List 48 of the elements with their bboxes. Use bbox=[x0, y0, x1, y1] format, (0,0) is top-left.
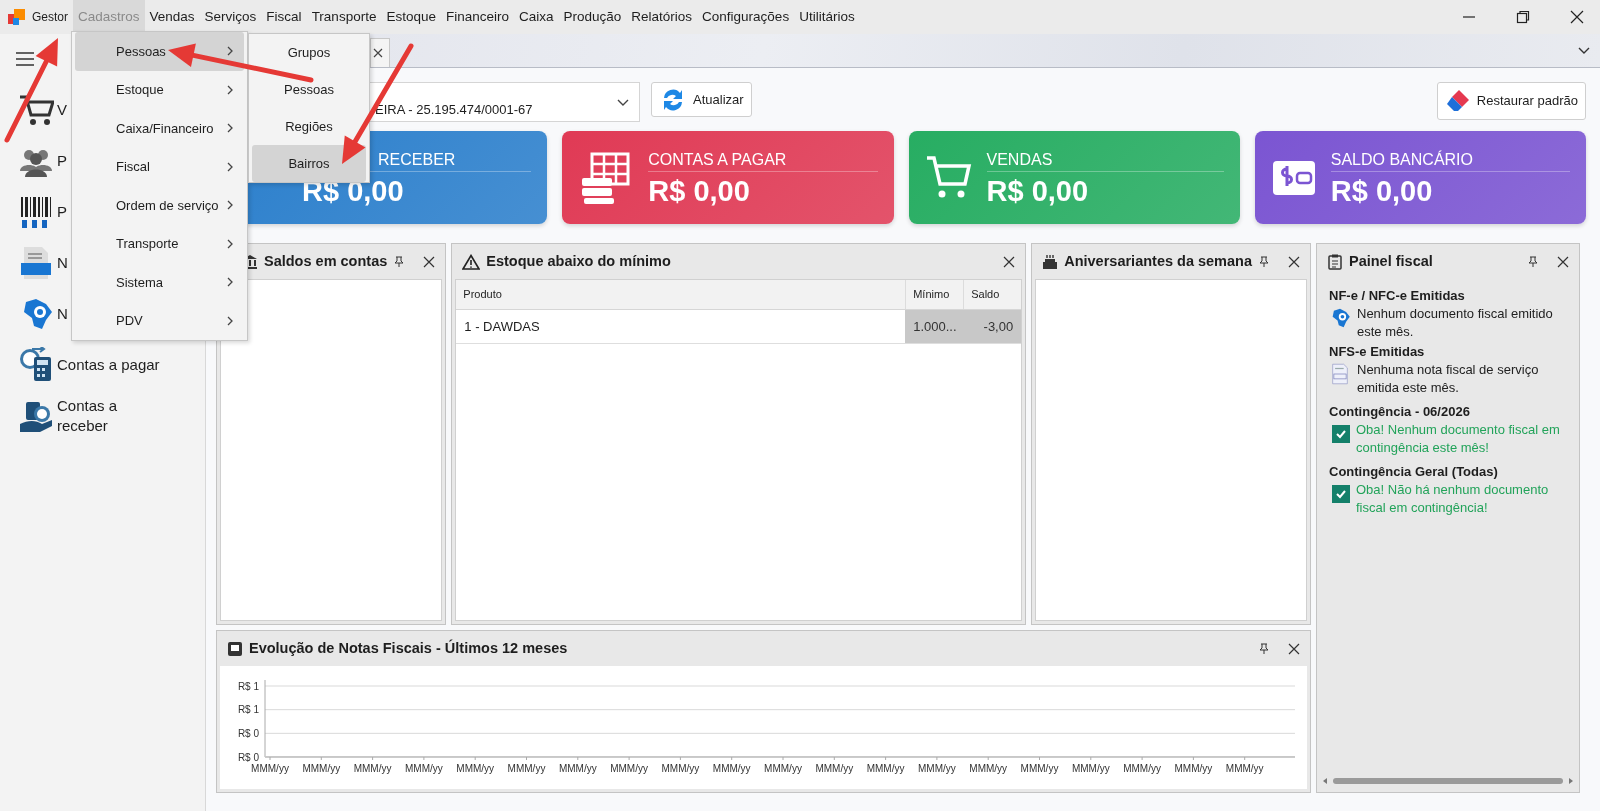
card-title: SALDO BANCÁRIO bbox=[1330, 149, 1473, 170]
panel-title: Estoque abaixo do mínimo bbox=[486, 251, 672, 271]
status-message: Nenhuma nota fiscal de serviço emitida este mês. bbox=[1357, 361, 1540, 397]
section-heading: Contingência Geral (Todas) bbox=[1329, 463, 1499, 481]
category-label: MMM/yy bbox=[1123, 763, 1161, 774]
category-label: MMM/yy bbox=[251, 763, 289, 774]
status-message: Oba! Não há nenhum documento fiscal em contingência! bbox=[1356, 481, 1550, 517]
category-label: MMM/yy bbox=[712, 763, 751, 774]
category-label: MMM/yy bbox=[302, 763, 341, 774]
category-label: MMM/yy bbox=[405, 763, 443, 774]
card-value: R$ 0,00 bbox=[648, 175, 751, 206]
category-label: MMM/yy bbox=[764, 763, 802, 774]
category-label: MMM/yy bbox=[558, 763, 597, 774]
panel-title: Aniversariantes da semana bbox=[1064, 251, 1252, 271]
card-value: R$ 0,00 bbox=[986, 175, 1090, 206]
section-heading: Contingência - 06/2026 bbox=[1329, 403, 1471, 421]
tick-label: R$ 0 bbox=[237, 727, 259, 739]
section-heading: NF-e / NFC-e Emitidas bbox=[1329, 287, 1466, 305]
category-label: MMM/yy bbox=[918, 763, 956, 774]
tick-label: R$ 1 bbox=[237, 680, 259, 692]
table-cell: -3,00 bbox=[963, 310, 1022, 343]
category-label: MMM/yy bbox=[1225, 763, 1264, 774]
card-value: R$ 0,00 bbox=[1330, 175, 1434, 206]
category-label: MMM/yy bbox=[456, 763, 495, 774]
tick-label: R$ 0 bbox=[237, 751, 259, 763]
panel-title: Painel fiscal bbox=[1349, 251, 1434, 271]
section-heading: NFS-e Emitidas bbox=[1329, 343, 1426, 361]
card-title: CONTAS A PAGAR bbox=[648, 149, 787, 170]
category-label: MMM/yy bbox=[610, 763, 648, 774]
tick-label: R$ 1 bbox=[237, 704, 259, 716]
status-message: Oba! Nenhum documento fiscal em contingência este mês! bbox=[1356, 421, 1561, 457]
category-label: MMM/yy bbox=[661, 763, 700, 774]
category-label: MMM/yy bbox=[815, 763, 854, 774]
category-label: MMM/yy bbox=[1174, 763, 1213, 774]
app-name: Gestor bbox=[32, 9, 68, 26]
category-label: MMM/yy bbox=[353, 763, 392, 774]
category-label: MMM/yy bbox=[1020, 763, 1059, 774]
card-title: RECEBER bbox=[378, 149, 456, 170]
status-message: Nenhum documento fiscal emitido este mês. bbox=[1357, 305, 1554, 341]
panel-title: Saldos em contas bbox=[264, 251, 388, 271]
category-label: MMM/yy bbox=[1071, 763, 1110, 774]
category-label: MMM/yy bbox=[969, 763, 1008, 774]
card-title: VENDAS bbox=[986, 149, 1053, 170]
category-label: MMM/yy bbox=[507, 763, 546, 774]
category-label: MMM/yy bbox=[866, 763, 905, 774]
table-cell: 1.000... bbox=[905, 310, 964, 343]
panel-title: Evolução de Notas Fiscais - Últimos 12 meses bbox=[249, 638, 569, 658]
table-cell-text: 1 - DAWDAS bbox=[463, 317, 541, 336]
